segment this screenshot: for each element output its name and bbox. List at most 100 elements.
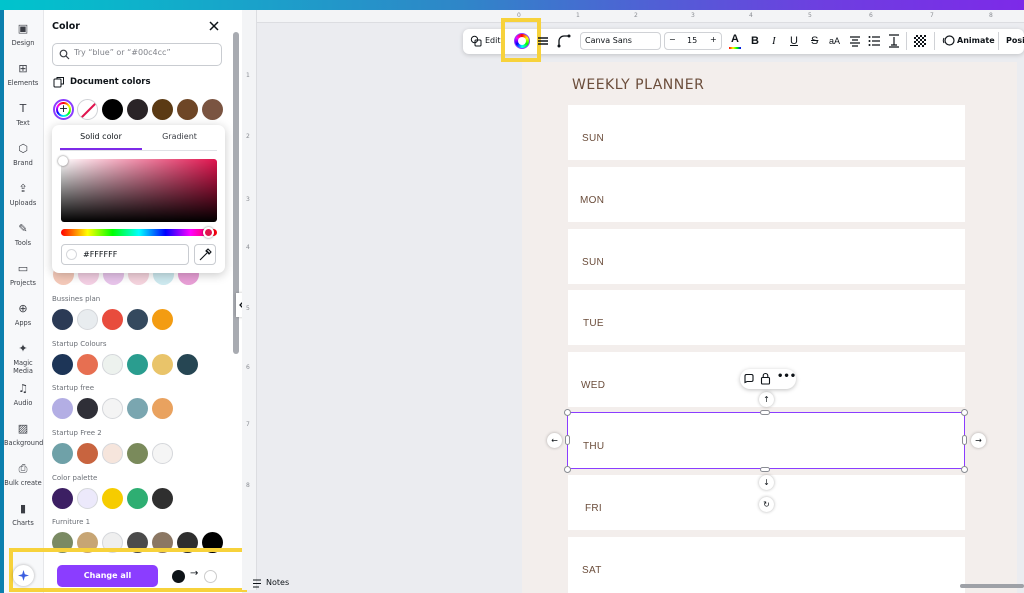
eyedropper-button[interactable] [194, 244, 216, 265]
lock-icon[interactable] [760, 372, 771, 385]
notes-button[interactable]: Notes [266, 578, 289, 587]
palette-swatch[interactable] [127, 398, 148, 419]
comment-icon[interactable] [743, 373, 755, 385]
sidebar-item-uploads[interactable]: ⇪ Uploads [4, 182, 42, 218]
palette-swatch[interactable] [77, 354, 98, 375]
palette-swatch[interactable] [152, 309, 173, 330]
hue-slider-knob[interactable] [203, 227, 214, 238]
more-options-icon[interactable]: ••• [777, 371, 796, 382]
sidebar-item-tools[interactable]: ✎ Tools [4, 222, 42, 258]
strikethrough-icon[interactable]: S [811, 35, 818, 47]
palette-swatch[interactable] [152, 354, 173, 375]
palette-swatch[interactable] [77, 398, 98, 419]
move-left-icon[interactable]: ← [547, 433, 562, 448]
palette-swatch[interactable] [127, 309, 148, 330]
transparency-icon[interactable] [914, 35, 926, 47]
day-row-sat[interactable] [568, 537, 965, 593]
palette-swatch[interactable] [77, 309, 98, 330]
resize-handle-tl[interactable] [564, 409, 571, 416]
day-label[interactable]: WED [581, 380, 605, 391]
font-size-decrease[interactable]: − [669, 35, 676, 44]
day-label[interactable]: SAT [582, 565, 602, 576]
change-all-button[interactable]: Change all [57, 565, 158, 587]
palette-swatch[interactable] [52, 443, 73, 464]
letter-case-icon[interactable]: aA [829, 36, 840, 46]
resize-handle-right[interactable] [962, 435, 967, 445]
day-row-mon[interactable] [568, 167, 965, 222]
palette-swatch[interactable] [52, 488, 73, 509]
palette-swatch[interactable] [102, 354, 123, 375]
resize-handle-br[interactable] [961, 466, 968, 473]
hex-input[interactable] [61, 244, 189, 265]
saturation-value-area[interactable] [61, 159, 217, 222]
corner-icon[interactable] [557, 34, 571, 48]
palette-swatch[interactable] [177, 354, 198, 375]
day-label[interactable]: MON [580, 195, 604, 206]
canvas-scrollbar[interactable] [960, 584, 1024, 588]
palette-swatch[interactable] [102, 309, 123, 330]
font-size-value[interactable]: 15 [687, 36, 697, 45]
resize-handle-tr[interactable] [961, 409, 968, 416]
document-color-swatch[interactable] [202, 99, 223, 120]
day-label[interactable]: SUN [582, 133, 604, 144]
edit-button[interactable]: Edit [485, 36, 501, 45]
align-center-icon[interactable] [849, 35, 861, 47]
day-row-sun[interactable] [568, 229, 965, 284]
tab-gradient[interactable]: Gradient [142, 132, 217, 141]
day-label[interactable]: FRI [585, 503, 602, 514]
line-weight-icon[interactable] [537, 35, 549, 47]
day-row-tue[interactable] [568, 290, 965, 345]
tab-solid-color[interactable]: Solid color [60, 132, 142, 141]
saturation-knob[interactable] [58, 156, 68, 166]
document-color-swatch[interactable] [127, 99, 148, 120]
sidebar-item-bulk-create[interactable]: ⎙ Bulk create [4, 462, 42, 498]
palette-swatch[interactable] [52, 309, 73, 330]
palette-swatch[interactable] [77, 443, 98, 464]
sidebar-item-design[interactable]: ▣ Design [4, 22, 42, 58]
hue-slider[interactable] [61, 229, 217, 236]
move-right-icon[interactable]: → [971, 433, 986, 448]
palette-swatch[interactable] [152, 443, 173, 464]
bold-icon[interactable]: B [751, 35, 759, 47]
spacing-icon[interactable] [888, 34, 900, 48]
palette-swatch[interactable] [102, 398, 123, 419]
magic-assistant-button[interactable] [13, 565, 34, 586]
day-label[interactable]: TUE [583, 318, 604, 329]
palette-swatch[interactable] [127, 443, 148, 464]
palette-swatch[interactable] [77, 488, 98, 509]
palette-swatch[interactable] [102, 443, 123, 464]
sidebar-item-background[interactable]: ▨ Background [4, 422, 43, 458]
resize-handle-bottom[interactable] [760, 467, 770, 472]
day-row-sun[interactable] [568, 105, 965, 160]
document-color-swatch[interactable] [152, 99, 173, 120]
sidebar-item-projects[interactable]: ▭ Projects [4, 262, 42, 298]
sidebar-item-magic-media[interactable]: ✦ Magic Media [4, 342, 42, 378]
position-button[interactable]: Posit [1006, 36, 1024, 45]
document-color-swatch[interactable] [177, 99, 198, 120]
resize-handle-top[interactable] [760, 410, 770, 415]
underline-icon[interactable]: U [790, 35, 798, 47]
italic-icon[interactable]: I [772, 35, 776, 47]
palette-swatch[interactable] [152, 398, 173, 419]
sidebar-item-audio[interactable]: ♫ Audio [4, 382, 42, 418]
palette-swatch[interactable] [152, 488, 173, 509]
palette-swatch[interactable] [52, 354, 73, 375]
transparent-swatch[interactable] [77, 99, 98, 120]
sidebar-item-apps[interactable]: ⊕ Apps [4, 302, 42, 338]
day-label[interactable]: SUN [582, 257, 604, 268]
move-down-icon[interactable]: ↓ [759, 475, 774, 490]
palette-swatch[interactable] [127, 488, 148, 509]
palette-swatch[interactable] [127, 354, 148, 375]
font-size-increase[interactable]: + [710, 35, 717, 44]
move-up-icon[interactable]: ↑ [759, 392, 774, 407]
list-icon[interactable] [868, 35, 880, 47]
sidebar-item-brand[interactable]: ⬡ Brand [4, 142, 42, 178]
sidebar-item-elements[interactable]: ⊞ Elements [4, 62, 42, 98]
palette-swatch[interactable] [102, 488, 123, 509]
animate-button[interactable]: Animate [957, 36, 995, 45]
sidebar-item-text[interactable]: T Text [4, 102, 42, 138]
sidebar-item-charts[interactable]: ▮ Charts [4, 502, 42, 538]
resize-handle-left[interactable] [565, 435, 570, 445]
resize-handle-bl[interactable] [564, 466, 571, 473]
document-color-swatch[interactable] [102, 99, 123, 120]
